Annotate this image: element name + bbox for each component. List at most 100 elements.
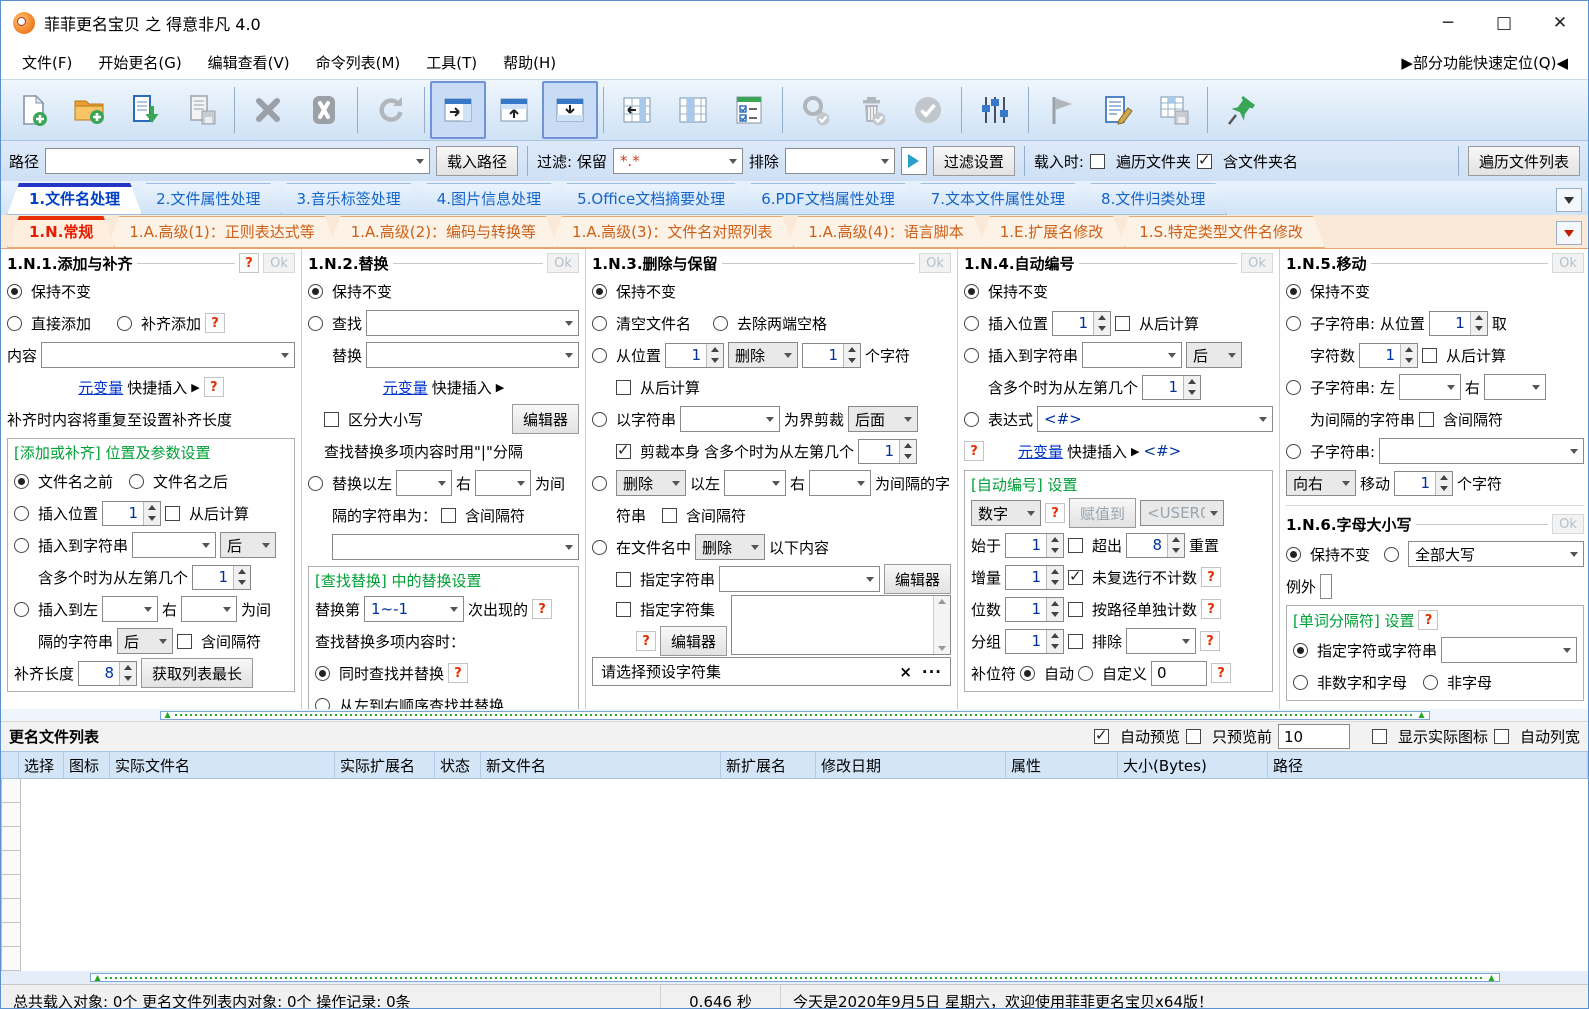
spec-string-checkbox[interactable] [616, 571, 631, 587]
count-from-end-checkbox[interactable] [1422, 347, 1438, 363]
ok-button[interactable]: Ok [263, 253, 295, 273]
increment-spinner[interactable]: 1 [1005, 564, 1065, 590]
preset-charset-bar[interactable]: 请选择预设字符集 × ··· [592, 657, 951, 686]
multi-nth-spinner[interactable]: 1 [192, 564, 252, 590]
col-path[interactable]: 路径 [1268, 752, 1588, 778]
help-icon[interactable]: ? [1045, 503, 1065, 523]
help-icon[interactable]: ? [1200, 631, 1221, 651]
export-table-icon[interactable] [1146, 81, 1202, 139]
close-button[interactable]: ✕ [1532, 1, 1588, 45]
radio-insert-pos[interactable] [14, 505, 29, 521]
quick-locate-label[interactable]: ▶部分功能快速定位(Q)◀ [1401, 52, 1580, 73]
count-spinner[interactable]: 1 [802, 342, 862, 368]
radio-in-filename[interactable] [592, 539, 607, 555]
meta-var-link[interactable]: 元变量 [383, 377, 428, 398]
ok-button[interactable]: Ok [1552, 514, 1584, 534]
sub-tab-4[interactable]: 1.A.高级(4)：语言脚本 [786, 216, 985, 248]
left-delim-combo[interactable] [396, 470, 453, 496]
col-status[interactable]: 状态 [435, 752, 481, 778]
sub-tab-0[interactable]: 1.N.常规 [7, 216, 115, 248]
main-tab-overflow-dropdown-icon[interactable] [1556, 188, 1582, 212]
sub-tab-6[interactable]: 1.S.特定类型文件名修改 [1117, 216, 1325, 248]
assign-to-button[interactable]: 赋值到 [1069, 498, 1137, 528]
expand-arrow-icon[interactable]: ▶ [1131, 445, 1139, 458]
radio-insert-pos[interactable] [964, 315, 979, 331]
direction-select[interactable]: 向右 [1286, 470, 1356, 496]
overflow-checkbox[interactable] [1068, 537, 1084, 553]
main-tab-3[interactable]: 4.图片信息处理 [415, 183, 563, 215]
confirm-icon[interactable] [900, 81, 956, 139]
delete-icon[interactable] [240, 81, 296, 139]
assign-target-select[interactable]: <USER0> [1140, 500, 1225, 526]
position-spinner[interactable]: 1 [665, 342, 725, 368]
clear-icon[interactable]: × [899, 663, 912, 681]
content-combo[interactable] [41, 342, 295, 368]
radio-spec-separator[interactable] [1293, 642, 1308, 658]
splitter-grip[interactable]: ▲ ▲ [89, 973, 1500, 982]
col-size[interactable]: 大小(Bytes) [1118, 752, 1268, 778]
scrollbar[interactable] [933, 596, 950, 654]
sub-tab-2[interactable]: 1.A.高级(2)：编码与转换等 [329, 216, 558, 248]
radio-custom-pad[interactable] [1078, 665, 1094, 681]
new-file-icon[interactable] [5, 81, 61, 139]
ok-button[interactable]: Ok [547, 253, 579, 273]
spec-string-combo[interactable] [719, 566, 880, 592]
separator-combo[interactable] [1441, 637, 1577, 663]
radio-clear-name[interactable] [592, 315, 607, 331]
between-value-combo[interactable] [332, 534, 579, 560]
apply-filter-icon[interactable] [900, 147, 927, 175]
ok-button[interactable]: Ok [1241, 253, 1273, 273]
number-type-select[interactable]: 数字 [971, 500, 1041, 526]
right-delim-combo[interactable] [1483, 374, 1546, 400]
nth-combo[interactable]: 1~-1 [364, 596, 465, 622]
radio-substring-delim[interactable] [1286, 379, 1301, 395]
layout-bottom-icon[interactable] [542, 81, 598, 139]
sub-tab-5[interactable]: 1.E.扩展名修改 [978, 216, 1126, 248]
open-folder-icon[interactable] [61, 81, 117, 139]
char-count-spinner[interactable]: 1 [1359, 342, 1419, 368]
main-tab-2[interactable]: 3.音乐标签处理 [274, 183, 422, 215]
charset-editor-button[interactable]: 编辑器 [660, 626, 728, 656]
horizontal-splitter[interactable]: ▲ ▲ [1, 709, 1588, 721]
help-icon[interactable]: ? [239, 253, 259, 273]
help-icon[interactable]: ? [448, 663, 469, 683]
radio-non-alnum[interactable] [1293, 674, 1308, 690]
radio-keep[interactable] [592, 283, 607, 299]
left-delim-combo[interactable] [1398, 374, 1461, 400]
col-modified-date[interactable]: 修改日期 [816, 752, 1006, 778]
left-delim-combo[interactable] [724, 470, 787, 496]
main-tab-6[interactable]: 7.文本文件属性处理 [909, 183, 1087, 215]
digits-spinner[interactable]: 1 [1005, 596, 1065, 622]
cut-self-checkbox[interactable] [616, 441, 631, 459]
before-after-select[interactable]: 后 [1186, 342, 1243, 368]
ok-button[interactable]: Ok [1552, 253, 1584, 273]
start-spinner[interactable]: 1 [1005, 532, 1065, 558]
charset-checkbox[interactable] [616, 601, 631, 617]
exclude-combo[interactable] [1126, 628, 1197, 654]
radio-delete-between[interactable] [592, 475, 607, 491]
help-icon[interactable]: ? [1418, 610, 1439, 630]
main-tab-1[interactable]: 2.文件属性处理 [134, 183, 282, 215]
sub-tab-3[interactable]: 1.A.高级(3)：文件名对照列表 [550, 216, 794, 248]
front-back-select[interactable]: 后面 [848, 406, 919, 432]
radio-sequential[interactable] [315, 697, 330, 709]
expression-combo[interactable]: <#> [1037, 406, 1273, 432]
multi-nth-spinner[interactable]: 1 [1142, 374, 1202, 400]
filter-keep-combo[interactable]: *.* [612, 148, 743, 174]
delete-keep-select2[interactable]: 删除 [616, 470, 686, 496]
refresh-icon[interactable] [363, 81, 419, 139]
radio-simultaneous[interactable] [315, 665, 330, 681]
col-attributes[interactable]: 属性 [1006, 752, 1118, 778]
recurse-folders-checkbox[interactable] [1089, 153, 1105, 169]
radio-before-name[interactable] [14, 473, 29, 489]
help-icon[interactable]: ? [964, 441, 984, 461]
skip-unchecked-checkbox[interactable] [1068, 567, 1084, 585]
charset-textarea[interactable] [731, 595, 951, 655]
include-sep-checkbox[interactable] [662, 507, 678, 523]
traverse-file-list-button[interactable]: 遍历文件列表 [1467, 146, 1580, 176]
radio-replace-between[interactable] [308, 475, 323, 491]
save-list-icon[interactable] [173, 81, 229, 139]
radio-non-alpha[interactable] [1423, 674, 1439, 690]
help-icon[interactable]: ? [636, 631, 656, 651]
help-icon[interactable]: ? [1201, 599, 1222, 619]
